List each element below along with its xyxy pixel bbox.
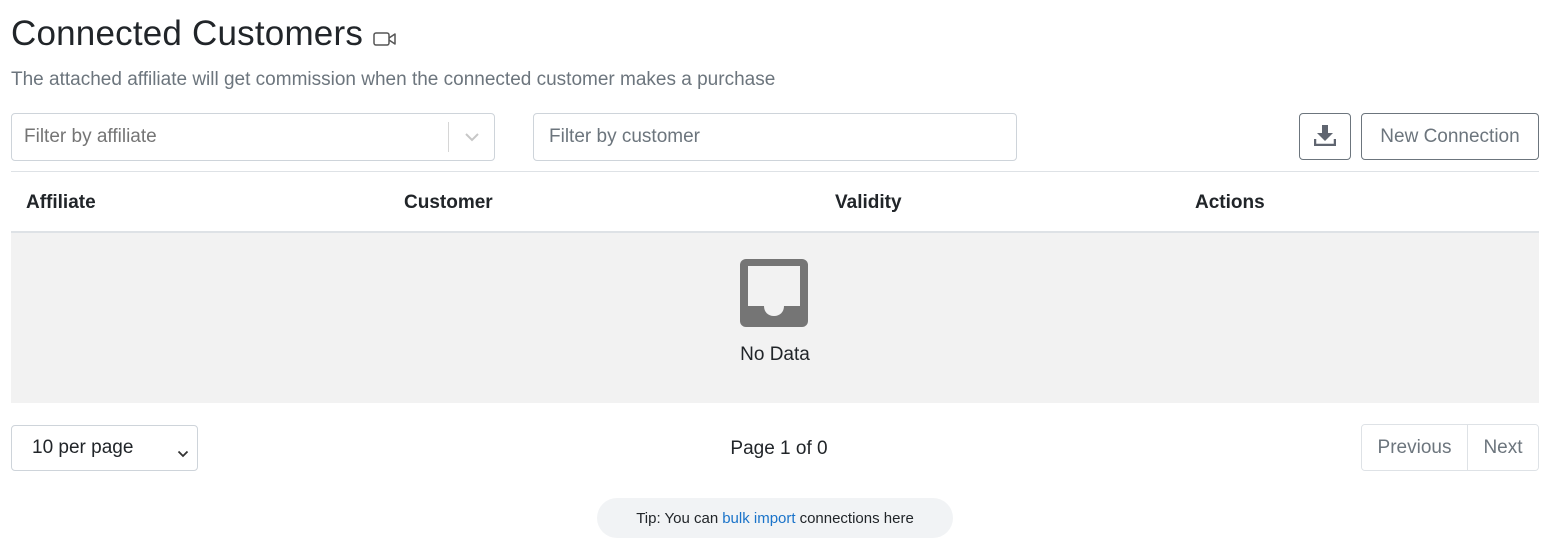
new-connection-button[interactable]: New Connection [1361, 113, 1539, 160]
previous-button[interactable]: Previous [1362, 425, 1468, 470]
empty-state-text: No Data [740, 344, 810, 365]
page-title: Connected Customers [11, 14, 364, 53]
column-header-actions: Actions [1195, 192, 1265, 213]
page-subtitle: The attached affiliate will get commissi… [11, 69, 776, 90]
connected-customers-page: Connected Customers The attached affilia… [0, 0, 1548, 547]
pagination-controls: Previous Next [1361, 424, 1539, 471]
connections-table: Affiliate Customer Validity Actions No D… [11, 171, 1539, 403]
page-info-text: Page 1 of 0 [730, 438, 828, 459]
title-row: Connected Customers [11, 14, 397, 54]
video-camera-icon[interactable] [373, 31, 397, 47]
tip-suffix: connections here [799, 509, 914, 527]
column-header-validity: Validity [835, 192, 902, 213]
column-header-customer: Customer [404, 192, 493, 213]
download-icon [1313, 124, 1337, 149]
download-button[interactable] [1299, 113, 1351, 160]
affiliate-filter-placeholder: Filter by affiliate [24, 126, 157, 147]
bulk-import-link[interactable]: bulk import [722, 510, 795, 527]
next-button[interactable]: Next [1468, 425, 1538, 470]
inbox-icon [740, 259, 808, 332]
tip-prefix: Tip: You can [636, 509, 719, 527]
chevron-down-icon[interactable] [449, 131, 494, 143]
table-header: Affiliate Customer Validity Actions [11, 171, 1539, 233]
affiliate-filter-select[interactable]: Filter by affiliate [11, 113, 495, 161]
page-info: Page 1 of 0 [0, 438, 1548, 460]
column-header-affiliate: Affiliate [26, 192, 96, 213]
empty-state: No Data [11, 233, 1539, 403]
bulk-import-tip: Tip: You can bulk import connections her… [597, 498, 953, 538]
customer-filter-input[interactable] [533, 113, 1017, 161]
